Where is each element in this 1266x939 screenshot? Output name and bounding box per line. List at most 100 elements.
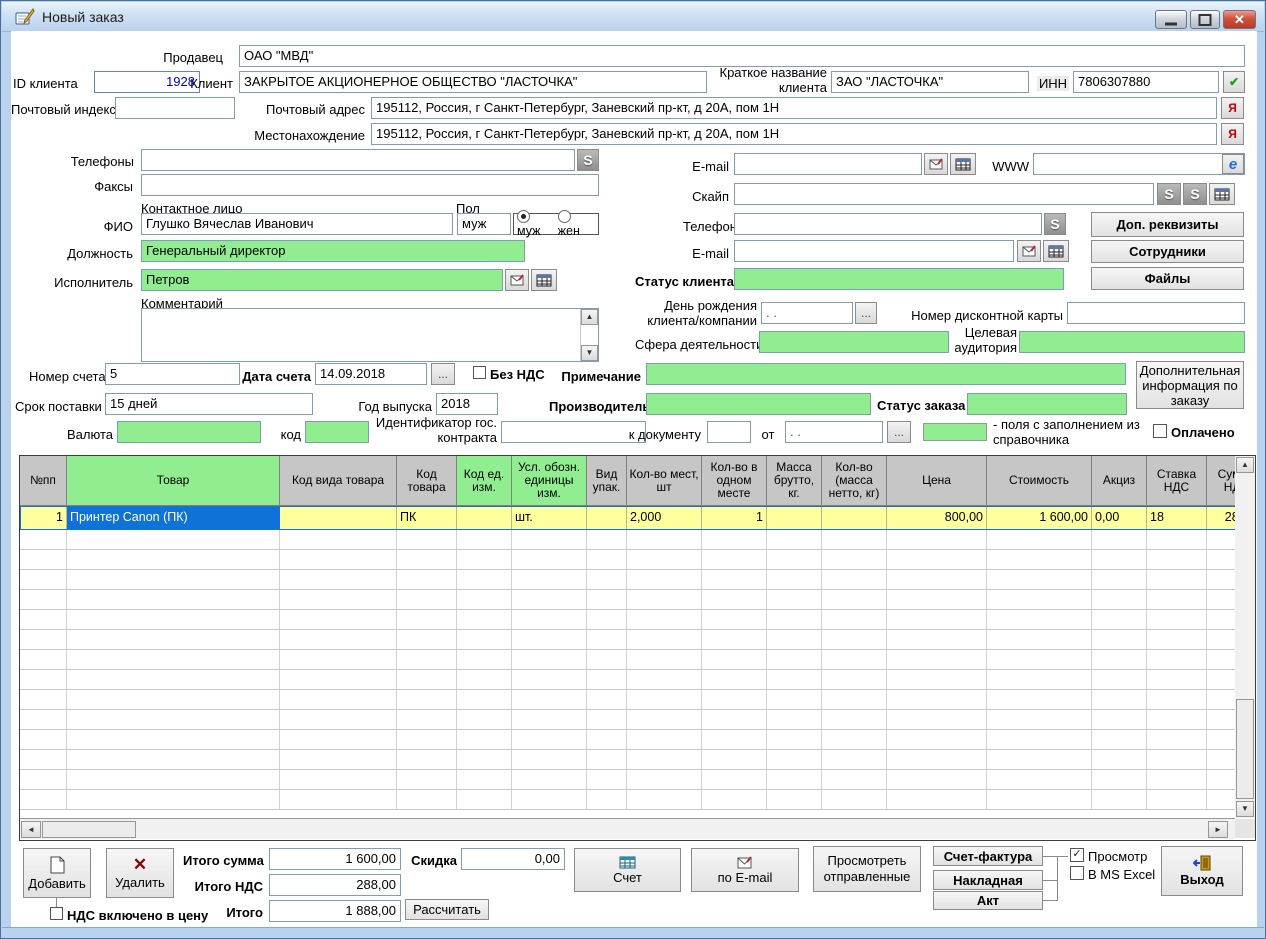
send-mail-button[interactable]	[1017, 240, 1041, 262]
invoice-button[interactable]: Счет	[574, 848, 681, 892]
comment-textarea[interactable]: ▲ ▼	[141, 308, 599, 362]
skype-chat-button[interactable]: S	[1183, 183, 1207, 205]
mail-list-button[interactable]	[1043, 240, 1069, 262]
grid-cell[interactable]: шт.	[512, 506, 587, 530]
empty-grid-row[interactable]	[20, 730, 1235, 750]
executor-field[interactable]: Петров	[141, 269, 503, 291]
send-by-email-button[interactable]: по E-mail	[691, 848, 799, 892]
activity-field[interactable]	[759, 331, 949, 353]
column-header[interactable]: Кол-во в одном месте	[702, 456, 767, 506]
grid-cell[interactable]: 2,000	[627, 506, 702, 530]
empty-grid-row[interactable]	[20, 650, 1235, 670]
skype-call-button[interactable]: S	[1044, 213, 1066, 235]
skype-call-button[interactable]: S	[577, 149, 599, 171]
currency-field[interactable]	[117, 421, 261, 443]
grid-cell[interactable]	[822, 506, 887, 530]
extra-details-button[interactable]: Доп. реквизиты	[1091, 212, 1244, 237]
location-field[interactable]: 195112, Россия, г Санкт-Петербург, Занев…	[371, 123, 1217, 145]
total-sum-field[interactable]: 1 600,00	[269, 848, 401, 870]
gender-value-field[interactable]: муж	[457, 213, 511, 235]
column-header[interactable]: Код вида товара	[280, 456, 397, 506]
column-header[interactable]: Цена	[887, 456, 987, 506]
from-date-field[interactable]: . .	[785, 421, 883, 443]
scroll-down-button[interactable]: ▼	[581, 345, 598, 361]
send-mail-button[interactable]	[924, 153, 948, 175]
grid-row-1[interactable]: 1Принтер Canon (ПК)ПКшт.2,0001800,001 60…	[20, 506, 1235, 530]
invoice-no-field[interactable]: 5	[105, 363, 240, 385]
exit-button[interactable]: Выход	[1161, 846, 1243, 896]
invoice-date-field[interactable]: 14.09.2018	[315, 363, 427, 385]
delete-row-button[interactable]: ✕ Удалить	[106, 848, 174, 898]
gender-female-radio[interactable]: жен	[558, 210, 595, 238]
scroll-left-button[interactable]: ◄	[21, 821, 41, 838]
column-header[interactable]: Масса брутто, кг.	[767, 456, 822, 506]
column-header[interactable]: Кол-во мест, шт	[627, 456, 702, 506]
grid-hscrollbar[interactable]: ◄ ►	[20, 818, 1235, 839]
mail-list-button[interactable]	[950, 153, 976, 175]
hscroll-thumb[interactable]	[42, 821, 136, 838]
empty-grid-row[interactable]	[20, 590, 1235, 610]
vscroll-thumb[interactable]	[1236, 699, 1254, 799]
note-field[interactable]	[646, 363, 1126, 385]
skype-call-button[interactable]: S	[1157, 183, 1181, 205]
waybill-button[interactable]: Накладная	[933, 870, 1043, 890]
act-button[interactable]: Акт	[933, 891, 1043, 910]
year-field[interactable]: 2018	[436, 393, 498, 415]
grid-cell[interactable]: Принтер Canon (ПК)	[67, 506, 280, 530]
empty-grid-row[interactable]	[20, 550, 1235, 570]
birthday-field[interactable]: . .	[761, 302, 853, 324]
column-header[interactable]: Акциз	[1092, 456, 1147, 506]
client-field[interactable]: ЗАКРЫТОЕ АКЦИОНЕРНОЕ ОБЩЕСТВО "ЛАСТОЧКА"	[239, 71, 707, 93]
grid-cell[interactable]	[587, 506, 627, 530]
column-header[interactable]: Код ед. изм.	[457, 456, 512, 506]
email2-field[interactable]	[734, 240, 1014, 262]
scroll-up-button[interactable]: ▲	[581, 309, 598, 325]
from-date-picker-button[interactable]: ...	[887, 421, 911, 443]
column-header[interactable]: Стоимость	[987, 456, 1092, 506]
yandex-location-button[interactable]: Я	[1221, 123, 1244, 145]
send-mail-button[interactable]	[505, 269, 529, 291]
www-field[interactable]	[1033, 153, 1245, 175]
order-status-field[interactable]	[967, 393, 1127, 415]
gender-male-radio[interactable]: муж	[517, 210, 556, 238]
paid-checkbox[interactable]	[1153, 424, 1167, 438]
no-vat-checkbox[interactable]	[473, 366, 486, 379]
grid-vscrollbar[interactable]: ▲ ▼	[1235, 456, 1255, 818]
skype-list-button[interactable]	[1209, 183, 1235, 205]
grid-cell[interactable]: 1	[20, 506, 67, 530]
to-doc-field[interactable]	[707, 421, 751, 443]
extra-order-info-button[interactable]: Дополнительная информация по заказу	[1136, 361, 1244, 409]
grid-cell[interactable]	[457, 506, 512, 530]
position-field[interactable]: Генеральный директор	[141, 240, 525, 262]
currency-code-field[interactable]	[305, 421, 369, 443]
calculate-button[interactable]: Рассчитать	[405, 899, 489, 920]
total-vat-field[interactable]: 288,00	[269, 874, 401, 896]
grid-cell[interactable]	[280, 506, 397, 530]
minimize-button[interactable]	[1155, 10, 1187, 29]
excel-checkbox[interactable]	[1070, 866, 1084, 880]
email-field[interactable]	[734, 153, 922, 175]
fio-field[interactable]: Глушко Вячеслав Иванович	[141, 213, 453, 235]
postal-index-field[interactable]	[115, 97, 235, 119]
grid-cell[interactable]: 800,00	[887, 506, 987, 530]
grid-cell[interactable]: ПК	[397, 506, 457, 530]
empty-grid-row[interactable]	[20, 770, 1235, 790]
inn-field[interactable]: 7806307880	[1073, 71, 1219, 93]
scroll-right-button[interactable]: ►	[1208, 821, 1228, 838]
short-name-field[interactable]: ЗАО "ЛАСТОЧКА"	[831, 71, 1029, 93]
phone-field[interactable]	[734, 213, 1042, 235]
empty-grid-row[interactable]	[20, 790, 1235, 810]
empty-grid-row[interactable]	[20, 630, 1235, 650]
faxes-field[interactable]	[141, 174, 599, 196]
audience-field[interactable]	[1019, 331, 1245, 353]
grid-cell[interactable]: 1	[702, 506, 767, 530]
column-header[interactable]: Товар	[67, 456, 280, 506]
files-button[interactable]: Файлы	[1091, 267, 1244, 290]
check-inn-button[interactable]: ✔	[1223, 71, 1245, 93]
column-header[interactable]: Ставка НДС	[1147, 456, 1207, 506]
invoice-date-picker-button[interactable]: ...	[431, 363, 455, 385]
column-header[interactable]: Кол-во (масса нетто, кг)	[822, 456, 887, 506]
grid-cell[interactable]: 18	[1147, 506, 1207, 530]
employees-button[interactable]: Сотрудники	[1091, 240, 1244, 263]
empty-grid-row[interactable]	[20, 710, 1235, 730]
